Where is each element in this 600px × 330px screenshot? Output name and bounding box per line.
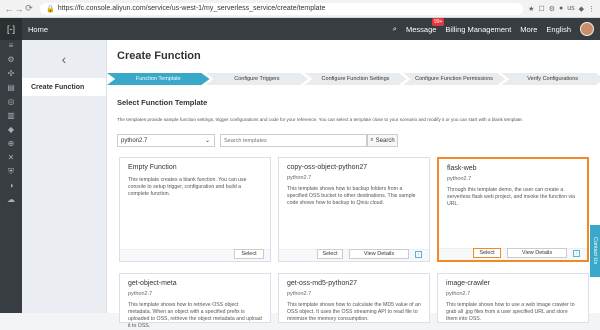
card-title: image-crawler (446, 280, 490, 287)
card-runtime: python2.7 (447, 176, 472, 182)
wizard-steps: Function Template Configure Triggers Con… (107, 73, 600, 85)
avatar[interactable] (580, 22, 594, 36)
step-verify-configurations[interactable]: Verify Configurations (501, 73, 600, 85)
template-card[interactable]: Empty Function This template creates a b… (119, 157, 271, 262)
database-icon[interactable]: ▥ (0, 111, 22, 124)
extension-icon[interactable]: ⚙ (549, 5, 555, 13)
message-badge: 99+ (431, 17, 445, 26)
card-runtime: python2.7 (446, 291, 471, 297)
section-description: The templates provide sample function se… (117, 117, 524, 122)
console-logo-icon[interactable]: [-] (0, 18, 22, 40)
select-button[interactable]: Select (317, 249, 343, 259)
back-chevron-icon[interactable]: ‹ (22, 40, 106, 78)
template-card[interactable]: get-object-meta python2.7 This template … (119, 273, 271, 329)
step-configure-triggers[interactable]: Configure Triggers (205, 73, 309, 85)
address-bar[interactable]: 🔒 https://fc.console.aliyun.com/service/u… (40, 2, 524, 15)
card-title: get-oss-md5-python27 (287, 280, 358, 287)
sub-navigation: ‹ Create Function (22, 40, 107, 313)
page-title: Create Function (117, 50, 201, 62)
step-configure-function-settings[interactable]: Configure Function Settings (304, 73, 407, 85)
download-icon[interactable]: ↓ (415, 251, 422, 258)
extension-icon[interactable]: ● (559, 5, 563, 13)
cloud-icon[interactable]: ☁ (0, 195, 22, 208)
select-button[interactable]: Select (473, 248, 501, 258)
analytics-icon[interactable]: ◑ (0, 181, 22, 194)
message-label: Message (405, 24, 437, 34)
select-button[interactable]: Select (234, 249, 264, 259)
section-title: Select Function Template (117, 98, 208, 107)
console-topbar: [-] Home ⌕ Message 99+ Billing Management… (0, 17, 600, 40)
tools-icon[interactable]: ✕ (0, 153, 22, 166)
search-input[interactable] (220, 134, 367, 147)
card-runtime: python2.7 (287, 175, 312, 181)
menu-icon[interactable]: ⋮ (588, 5, 595, 13)
card-title: copy-oss-object-python27 (287, 164, 368, 171)
search-icon: ⌕ (370, 137, 374, 143)
step-configure-function-permissions[interactable]: Configure Function Permissions (402, 73, 506, 85)
network-icon[interactable]: ⊕ (0, 139, 22, 152)
card-runtime: python2.7 (287, 291, 312, 297)
main-content: Create Function Function Template Config… (107, 40, 600, 329)
view-details-button[interactable]: View Details (507, 248, 567, 258)
template-card[interactable]: copy-oss-object-python27 python2.7 This … (278, 157, 430, 262)
home-link[interactable]: Home (28, 25, 48, 34)
search-button[interactable]: ⌕ Search (367, 134, 398, 147)
search-button-label: Search (375, 137, 395, 144)
card-description: This template creates a blank function. … (128, 177, 247, 197)
contact-us-tab[interactable]: Contact Us (590, 225, 600, 277)
extension-icons: ★ ☐ ⚙ ● us ◆ ⋮ (523, 5, 600, 13)
card-title: flask-web (447, 165, 477, 172)
view-details-button[interactable]: View Details (349, 249, 409, 259)
language-menu[interactable]: English (546, 25, 571, 34)
billing-link[interactable]: Billing Management (445, 25, 511, 34)
settings-icon[interactable]: ⚙ (0, 55, 22, 68)
runtime-select[interactable]: python2.7 ⌄ (117, 134, 215, 147)
search-icon[interactable]: ⌕ (393, 24, 397, 34)
server-icon[interactable]: ▤ (0, 83, 22, 96)
subnav-item-create-function[interactable]: Create Function (22, 78, 106, 96)
extension-icon[interactable]: ◆ (579, 5, 584, 13)
reload-icon[interactable]: ⟳ (24, 3, 34, 14)
security-icon[interactable]: ⛨ (0, 167, 22, 180)
lock-icon: 🔒 (46, 5, 55, 13)
cluster-icon[interactable]: ✣ (0, 69, 22, 82)
runtime-value: python2.7 (121, 137, 148, 144)
forward-arrow-icon[interactable]: → (14, 4, 24, 14)
template-card[interactable]: image-crawler python2.7 This template sh… (437, 273, 589, 323)
download-icon[interactable]: ↓ (573, 250, 580, 257)
back-arrow-icon[interactable]: ← (4, 4, 14, 14)
menu-icon[interactable]: ≡ (0, 41, 22, 54)
product-rail: ≡ ⚙ ✣ ▤ ◎ ▥ ◆ ⊕ ✕ ⛨ ◑ ☁ (0, 40, 22, 313)
card-description: This template shows how to backup folder… (287, 186, 416, 206)
extension-icon[interactable]: us (567, 5, 574, 13)
card-runtime: python2.7 (128, 291, 153, 297)
template-card-selected[interactable]: flask-web python2.7 Through this templat… (437, 157, 589, 262)
gem-icon[interactable]: ◆ (0, 125, 22, 138)
message-link[interactable]: Message 99+ (405, 17, 445, 34)
extension-icon[interactable]: ☐ (538, 5, 544, 13)
card-description: This template shows how to retrieve OSS … (128, 302, 262, 329)
template-card[interactable]: get-oss-md5-python27 python2.7 This temp… (278, 273, 430, 323)
storage-icon[interactable]: ◎ (0, 97, 22, 110)
browser-bar: ← → ⟳ 🔒 https://fc.console.aliyun.com/ser… (0, 0, 600, 18)
chevron-down-icon: ⌄ (204, 138, 210, 144)
star-icon[interactable]: ★ (528, 5, 534, 13)
card-description: Through this template demo, the user can… (447, 187, 576, 207)
url-text: https://fc.console.aliyun.com/service/us… (57, 5, 326, 12)
card-title: get-object-meta (128, 280, 177, 287)
card-title: Empty Function (128, 164, 177, 171)
more-menu[interactable]: More (520, 25, 537, 34)
step-function-template[interactable]: Function Template (107, 73, 210, 85)
